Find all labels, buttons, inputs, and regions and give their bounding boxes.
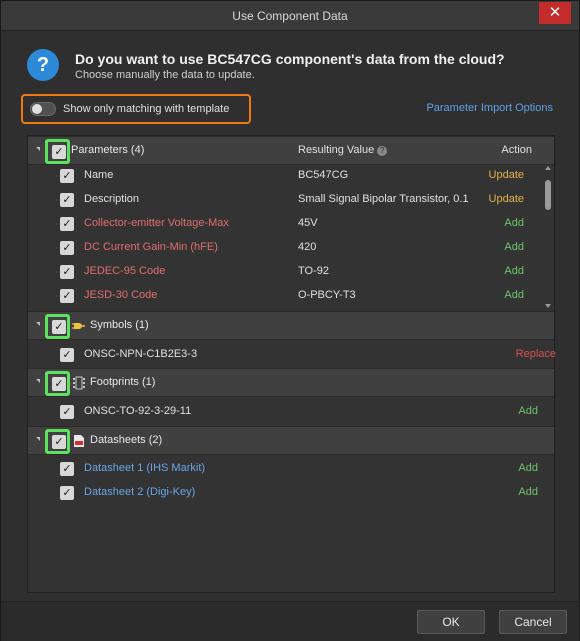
dialog-footer: OK Cancel — [1, 601, 579, 641]
row-name: Name — [84, 169, 114, 181]
row-value: Small Signal Bipolar Transistor, 0.1 — [298, 193, 469, 205]
row-value: TO-92 — [298, 265, 329, 277]
symbol-icon — [72, 323, 85, 329]
row-checkbox[interactable]: ✓ — [60, 289, 74, 303]
pdf-icon — [74, 435, 84, 447]
row-checkbox[interactable]: ✓ — [60, 169, 74, 183]
row-action[interactable]: Update — [489, 193, 524, 205]
group-title: Symbols (1) — [90, 319, 149, 331]
row-action[interactable]: Add — [518, 405, 538, 417]
row-action[interactable]: Add — [518, 462, 538, 474]
matching-template-toggle-row[interactable]: Show only matching with template — [21, 94, 251, 124]
row-checkbox[interactable]: ✓ — [60, 265, 74, 279]
table-row[interactable]: ✓ Name BC547CG Update — [28, 164, 554, 188]
row-name: Collector-emitter Voltage-Max — [84, 217, 229, 229]
row-action[interactable]: Add — [504, 289, 524, 301]
title-bar: Use Component Data ✕ — [1, 1, 579, 31]
highlight-outline: ✓ — [45, 314, 70, 339]
group-header-datasheets[interactable]: ✓ Datasheets (2) — [28, 426, 554, 455]
group-title: Footprints (1) — [90, 376, 156, 388]
row-name: JESD-30 Code — [84, 289, 158, 301]
group-header-parameters[interactable]: ✓ Parameters (4) Resulting Value? Action — [28, 136, 554, 165]
row-checkbox[interactable]: ✓ — [60, 193, 74, 207]
checkbox-parameters[interactable]: ✓ — [52, 145, 66, 159]
cancel-button[interactable]: Cancel — [499, 610, 567, 634]
dialog-title: Use Component Data — [232, 9, 348, 23]
footprint-icon — [73, 376, 85, 390]
highlight-outline: ✓ — [45, 429, 70, 454]
help-icon[interactable]: ? — [377, 146, 388, 156]
scroll-down-icon[interactable] — [545, 304, 551, 308]
table-row[interactable]: ✓ JEDEC-95 Code TO-92 Add — [28, 260, 554, 284]
row-value: 45V — [298, 217, 318, 229]
table-row[interactable]: ✓ Description Small Signal Bipolar Trans… — [28, 188, 554, 212]
row-action[interactable]: Add — [504, 241, 524, 253]
highlight-outline: ✓ — [45, 371, 70, 396]
group-header-symbols[interactable]: ✓ Symbols (1) — [28, 311, 554, 340]
row-checkbox[interactable]: ✓ — [60, 217, 74, 231]
row-checkbox[interactable]: ✓ — [60, 486, 74, 500]
row-action[interactable]: Add — [504, 265, 524, 277]
row-name[interactable]: Datasheet 1 (IHS Markit) — [84, 462, 205, 474]
collapse-caret-icon[interactable] — [36, 379, 40, 383]
table-row[interactable]: ✓ ONSC-NPN-C1B2E3-3 Replace — [28, 343, 556, 367]
row-value: BC547CG — [298, 169, 349, 181]
checkbox-datasheets[interactable]: ✓ — [52, 435, 66, 449]
row-checkbox[interactable]: ✓ — [60, 405, 74, 419]
close-button[interactable]: ✕ — [539, 2, 571, 24]
row-checkbox[interactable]: ✓ — [60, 241, 74, 255]
row-action[interactable]: Replace — [516, 348, 556, 360]
row-name: Description — [84, 193, 140, 205]
toggle-switch[interactable] — [30, 102, 56, 116]
row-action[interactable]: Add — [504, 217, 524, 229]
group-title: Datasheets (2) — [90, 434, 163, 446]
column-header-label: Resulting Value — [298, 144, 375, 156]
use-component-data-dialog: Use Component Data ✕ ? Do you want to us… — [0, 0, 580, 641]
table-row[interactable]: ✓ Collector-emitter Voltage-Max 45V Add — [28, 212, 554, 236]
column-header-action: Action — [501, 144, 532, 156]
row-value: O-PBCY-T3 — [298, 289, 356, 301]
row-action[interactable]: Update — [489, 169, 524, 181]
column-header-resulting-value: Resulting Value? — [298, 144, 388, 156]
highlight-outline: ✓ — [45, 139, 70, 164]
collapse-caret-icon[interactable] — [36, 322, 40, 326]
checkbox-footprints[interactable]: ✓ — [52, 377, 66, 391]
row-value: 420 — [298, 241, 317, 253]
row-action[interactable]: Add — [518, 486, 538, 498]
parameter-import-options-link[interactable]: Parameter Import Options — [426, 102, 553, 114]
row-name: DC Current Gain-Min (hFE) — [84, 241, 218, 253]
row-name[interactable]: Datasheet 2 (Digi-Key) — [84, 486, 195, 498]
table-row[interactable]: ✓ ONSC-TO-92-3-29-11 Add — [28, 400, 554, 424]
toggle-knob — [32, 104, 42, 114]
prompt-subtext: Choose manually the data to update. — [75, 69, 255, 81]
row-checkbox[interactable]: ✓ — [60, 348, 74, 362]
row-name: ONSC-TO-92-3-29-11 — [84, 405, 192, 417]
scroll-thumb[interactable] — [545, 180, 551, 210]
parameters-scrollbar[interactable] — [543, 166, 553, 310]
row-name: ONSC-NPN-C1B2E3-3 — [84, 348, 198, 360]
table-row[interactable]: ✓ Datasheet 2 (Digi-Key) Add — [28, 481, 554, 505]
table-row[interactable]: ✓ DC Current Gain-Min (hFE) 420 Add — [28, 236, 554, 260]
ok-button[interactable]: OK — [417, 610, 485, 634]
prompt-question: Do you want to use BC547CG component's d… — [75, 51, 505, 67]
question-icon: ? — [27, 49, 59, 81]
collapse-caret-icon[interactable] — [36, 147, 40, 151]
row-name: JEDEC-95 Code — [84, 265, 166, 277]
group-title: Parameters (4) — [71, 144, 145, 156]
table-row[interactable]: ✓ Datasheet 1 (IHS Markit) Add — [28, 457, 554, 481]
scroll-up-icon[interactable] — [545, 166, 551, 170]
checkbox-symbols[interactable]: ✓ — [52, 320, 66, 334]
row-checkbox[interactable]: ✓ — [60, 462, 74, 476]
toggle-label: Show only matching with template — [63, 103, 230, 115]
table-row[interactable]: ✓ JESD-30 Code O-PBCY-T3 Add — [28, 284, 554, 308]
collapse-caret-icon[interactable] — [36, 437, 40, 441]
group-header-footprints[interactable]: ✓ Footprints (1) — [28, 368, 554, 397]
component-data-grid: ✓ Parameters (4) Resulting Value? Action… — [27, 135, 556, 593]
